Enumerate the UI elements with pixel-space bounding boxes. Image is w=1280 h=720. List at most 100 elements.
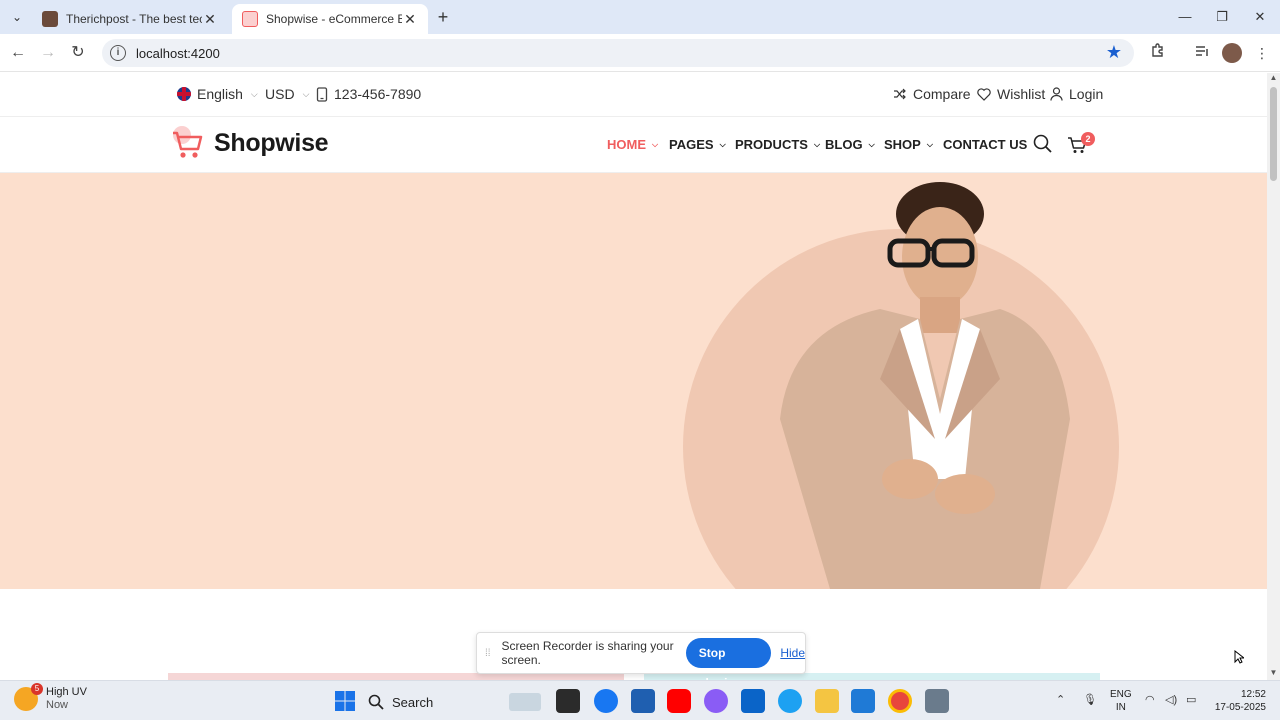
new-tab-plus-icon[interactable]: + xyxy=(432,6,454,28)
bookmark-star-icon[interactable]: ★ xyxy=(1106,42,1122,63)
chrome-icon[interactable] xyxy=(888,689,912,713)
screen-share-bar: ⁞⁞ Screen Recorder is sharing your scree… xyxy=(476,632,806,690)
menu-shop[interactable]: SHOP ⌵ xyxy=(884,137,933,152)
weather-widget[interactable]: 5 High UV Now xyxy=(14,683,87,712)
page-scrollbar[interactable]: ▲ ▼ xyxy=(1267,73,1280,680)
chevron-down-icon: ⌵ xyxy=(652,139,659,149)
system-clock[interactable]: 12:52 17-05-2025 xyxy=(1208,688,1266,714)
tab-title: Therichpost - The best tech and xyxy=(66,12,202,26)
back-arrow-icon[interactable]: ← xyxy=(7,42,29,64)
phone-number: 123-456-7890 xyxy=(316,86,421,102)
menu-contact-us[interactable]: CONTACT US xyxy=(943,137,1027,152)
currency-label: USD xyxy=(265,86,295,102)
compare-link[interactable]: Compare xyxy=(893,86,971,102)
chevron-down-icon: ⌵ xyxy=(250,88,258,99)
profile-avatar[interactable] xyxy=(1222,43,1242,63)
volume-icon[interactable]: ◁) xyxy=(1165,693,1177,706)
menu-home[interactable]: HOME ⌵ xyxy=(607,137,658,152)
tab-search-chevron-icon[interactable]: ⌄ xyxy=(6,6,28,28)
reload-icon[interactable]: ↻ xyxy=(67,42,89,64)
shuffle-icon xyxy=(894,88,906,100)
wishlist-label: Wishlist xyxy=(997,86,1046,102)
site-logo[interactable]: Shopwise xyxy=(170,125,329,161)
battery-icon[interactable]: ▭ xyxy=(1186,693,1196,706)
show-hidden-icons-chevron-icon[interactable]: ⌃ xyxy=(1056,693,1065,706)
drag-handle-icon[interactable]: ⁞⁞ xyxy=(485,648,492,659)
hero-model-image xyxy=(780,182,1070,589)
address-bar[interactable]: i localhost:4200 ★ xyxy=(102,39,1134,67)
scroll-up-arrow-icon[interactable]: ▲ xyxy=(1269,73,1278,82)
page-viewport: English ⌵ USD ⌵ 123-456-7890 Compare Wis… xyxy=(0,73,1267,680)
browser-tab-shopwise[interactable]: Shopwise - eCommerce Bootstr ✕ xyxy=(232,4,428,34)
stop-sharing-button[interactable]: Stop sharing xyxy=(685,638,772,690)
share-message: Screen Recorder is sharing your screen. xyxy=(501,639,674,667)
forward-arrow-icon[interactable]: → xyxy=(37,42,59,64)
clock-date: 17-05-2025 xyxy=(1214,702,1266,713)
restore-window-icon[interactable]: ❐ xyxy=(1209,6,1235,28)
copilot-icon[interactable] xyxy=(704,689,728,713)
shopping-cart-logo-icon xyxy=(173,126,203,158)
login-label: Login xyxy=(1069,86,1104,102)
facebook-icon[interactable] xyxy=(594,689,618,713)
brand-name: Shopwise xyxy=(214,128,329,157)
therichpost-favicon-icon xyxy=(42,11,58,27)
search-icon xyxy=(368,694,384,710)
site-info-icon[interactable]: i xyxy=(110,45,126,61)
promo-banner-left-edge xyxy=(168,673,624,680)
scroll-down-arrow-icon[interactable]: ▼ xyxy=(1269,668,1278,677)
menu-pages[interactable]: PAGES ⌵ xyxy=(669,137,726,152)
menu-label: HOME xyxy=(607,137,646,152)
close-window-icon[interactable]: ✕ xyxy=(1247,6,1273,28)
cart-count-badge: 2 xyxy=(1081,132,1095,146)
phone-icon xyxy=(316,86,328,102)
browser-tab-therichpost[interactable]: Therichpost - The best tech and ✕ xyxy=(32,4,228,34)
microphone-icon[interactable]: 🎙 xyxy=(1083,693,1097,706)
file-explorer-icon[interactable] xyxy=(815,689,839,713)
task-view-icon[interactable] xyxy=(556,689,580,713)
weather-badge: 5 xyxy=(31,683,43,695)
menu-label: PRODUCTS xyxy=(735,137,808,152)
menu-blog[interactable]: BLOG ⌵ xyxy=(825,137,875,152)
wifi-icon[interactable]: ◠ xyxy=(1145,693,1155,706)
windows-start-icon[interactable] xyxy=(333,689,357,713)
input-language[interactable]: ENG IN xyxy=(1110,688,1132,714)
hero-banner xyxy=(0,173,1267,589)
outlook-icon[interactable] xyxy=(741,689,765,713)
close-tab-icon[interactable]: ✕ xyxy=(402,11,418,28)
search-highlight-icon xyxy=(509,693,542,711)
vscode-icon[interactable] xyxy=(851,689,875,713)
edge-icon[interactable] xyxy=(778,689,802,713)
menu-label: SHOP xyxy=(884,137,921,152)
menu-products[interactable]: PRODUCTS ⌵ xyxy=(735,137,820,152)
menu-label: PAGES xyxy=(669,137,714,152)
media-controls-icon[interactable] xyxy=(1192,43,1212,63)
screen-recorder-icon[interactable] xyxy=(925,689,949,713)
chevron-down-icon: ⌵ xyxy=(719,139,726,149)
lang-top: ENG xyxy=(1110,689,1132,700)
extensions-puzzle-icon[interactable] xyxy=(1148,43,1168,63)
minimize-icon[interactable]: — xyxy=(1172,6,1198,28)
weather-sun-icon: 5 xyxy=(14,683,43,711)
hide-link[interactable]: Hide xyxy=(780,646,805,660)
address-url[interactable]: localhost:4200 xyxy=(136,46,220,61)
more-menu-icon[interactable]: ⋮ xyxy=(1252,43,1272,63)
taskbar-search[interactable]: Search xyxy=(368,689,548,715)
search-icon[interactable] xyxy=(1032,133,1054,155)
user-icon xyxy=(1050,87,1063,101)
currency-selector[interactable]: USD ⌵ xyxy=(265,86,309,102)
site-header: Shopwise HOME ⌵ PAGES ⌵ PRODUCTS ⌵ BLOG … xyxy=(0,117,1267,173)
menu-label: BLOG xyxy=(825,137,863,152)
lang-bottom: IN xyxy=(1115,702,1126,713)
shopwise-favicon-icon xyxy=(242,11,258,27)
microsoft-store-icon[interactable] xyxy=(631,689,655,713)
search-label: Search xyxy=(392,694,434,710)
scrollbar-thumb[interactable] xyxy=(1270,87,1277,181)
wishlist-link[interactable]: Wishlist xyxy=(977,86,1045,102)
language-selector[interactable]: English ⌵ xyxy=(177,86,258,102)
close-tab-icon[interactable]: ✕ xyxy=(202,11,218,28)
login-link[interactable]: Login xyxy=(1050,86,1103,102)
language-label: English xyxy=(197,86,243,102)
browser-toolbar: ← → ↻ i localhost:4200 ★ ⋮ xyxy=(0,34,1280,72)
youtube-icon[interactable] xyxy=(667,689,691,713)
mouse-cursor-icon xyxy=(1234,650,1244,664)
